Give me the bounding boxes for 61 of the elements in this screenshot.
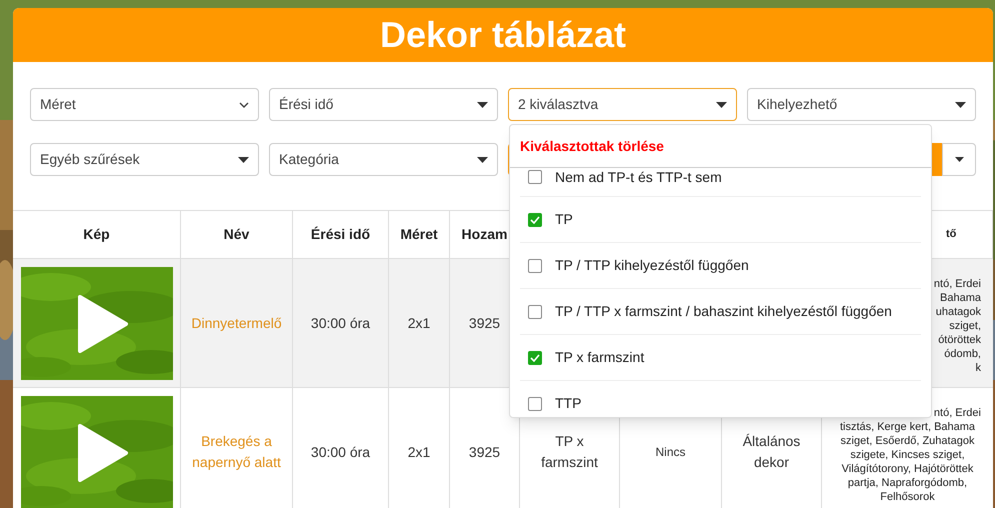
location-text: sziget, Esőerdő, Zuhatagok xyxy=(840,434,974,448)
table-cell-text: Nincs xyxy=(655,444,686,461)
table-cell-text: Általános dekor xyxy=(742,432,802,472)
caret-icon xyxy=(477,156,488,162)
location-text: Felhősorok xyxy=(880,490,935,504)
location-text: k xyxy=(976,361,982,375)
option-label[interactable]: TP x farmszint xyxy=(555,347,644,368)
table-cell-text: TP x farmszint xyxy=(540,432,599,472)
checkbox[interactable] xyxy=(528,258,542,272)
caret-icon xyxy=(955,102,966,108)
location-text: ntó, Erdei xyxy=(934,277,982,291)
option-label[interactable]: TP / TTP kihelyezéstől függően xyxy=(555,255,749,276)
location-text: tisztás, Kerge kert, Bahama xyxy=(840,420,976,434)
check-icon xyxy=(530,354,540,362)
column-header: Érési idő xyxy=(310,225,370,244)
option-label[interactable]: TP xyxy=(555,209,573,230)
filter-select[interactable]: Kategória xyxy=(269,143,498,176)
filter-select[interactable]: Egyéb szűrések xyxy=(30,143,259,176)
column-header: Hozam xyxy=(462,225,508,244)
chevron-icon xyxy=(239,102,249,108)
location-text: ntó, Erdei xyxy=(934,406,982,420)
location-text: ódomb, xyxy=(944,347,982,361)
play-icon[interactable] xyxy=(76,424,128,482)
location-text: Világítótorony, Hajótöröttek xyxy=(842,462,974,476)
play-icon[interactable] xyxy=(76,294,128,352)
option-label[interactable]: TTP xyxy=(555,393,582,414)
caret-icon xyxy=(477,102,488,108)
checkbox[interactable] xyxy=(528,170,542,184)
page-title: Dekor táblázat xyxy=(380,17,626,53)
table-cell-text: 30:00 óra xyxy=(310,442,370,462)
table-cell-text: 2x1 xyxy=(408,314,430,332)
filter-select[interactable]: 2 kiválasztva xyxy=(508,88,737,121)
filter-select[interactable]: Méret xyxy=(30,88,259,121)
table-cell-text: 3925 xyxy=(468,314,500,332)
option-label[interactable]: Nem ad TP-t és TTP-t sem xyxy=(555,166,722,188)
clear-selection-link[interactable]: Kiválasztottak törlése xyxy=(510,125,931,168)
filter-select[interactable]: Kihelyezhető xyxy=(747,88,976,121)
caret-icon xyxy=(238,156,249,162)
filter-select[interactable]: Érési idő xyxy=(269,88,498,121)
check-icon xyxy=(530,216,540,224)
caret-icon xyxy=(954,157,964,162)
location-text: szigete, Kincses sziget, xyxy=(850,448,965,462)
column-header: Kép xyxy=(83,225,110,244)
location-text: Bahama xyxy=(940,291,982,305)
column-header: Méret xyxy=(400,225,438,244)
checkbox[interactable] xyxy=(528,396,542,410)
dropdown-toggle[interactable] xyxy=(942,143,976,176)
location-text: partja, Napraforgódomb, xyxy=(848,476,968,490)
location-text: uhatagok xyxy=(936,305,982,319)
caret-icon xyxy=(716,102,727,108)
column-header: tő xyxy=(945,227,956,242)
table-cell-text: 3925 xyxy=(468,442,500,462)
column-header: Név xyxy=(224,225,250,244)
checkbox[interactable] xyxy=(528,350,542,364)
location-text: sziget, xyxy=(949,319,982,333)
table-cell-text: 30:00 óra xyxy=(310,314,370,332)
table-cell-text: 2x1 xyxy=(408,442,430,462)
checkbox[interactable] xyxy=(528,304,542,318)
location-text: ótöröttek xyxy=(938,333,982,347)
checkbox[interactable] xyxy=(528,212,542,226)
option-label[interactable]: TP / TTP x farmszint / bahaszint kihelyezéstől függően xyxy=(555,301,892,322)
